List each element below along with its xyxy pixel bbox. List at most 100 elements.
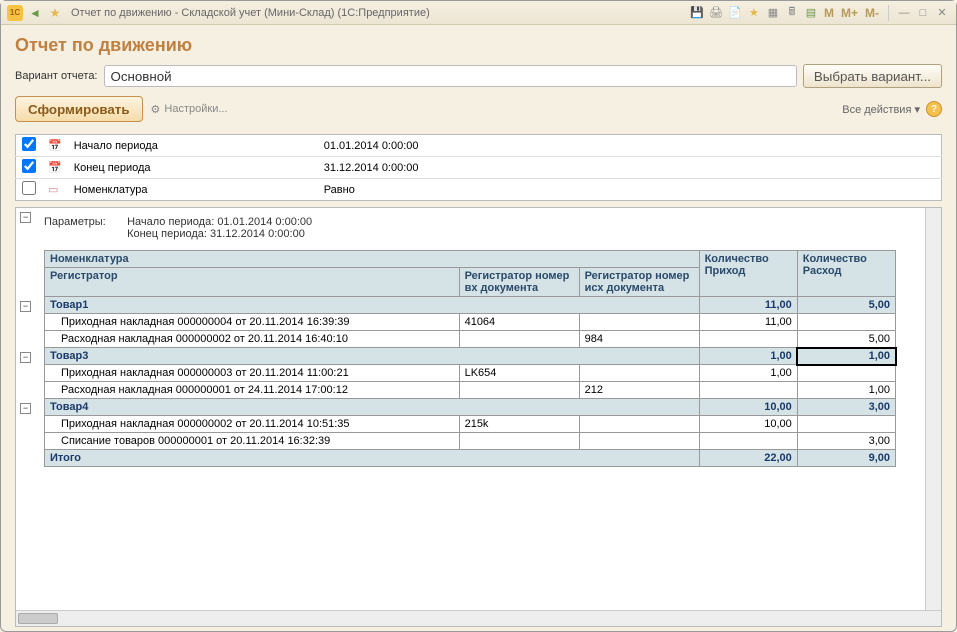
cell-reg-out <box>579 433 699 450</box>
col-reg: Регистратор <box>45 268 460 297</box>
filter-row: 📅 Конец периода 31.12.2014 0:00:00 <box>16 157 942 179</box>
filter-row: ▭ Номенклатура Равно <box>16 179 942 201</box>
filter-checkbox[interactable] <box>22 159 36 173</box>
cell-qty-out: 1,00 <box>797 382 895 399</box>
variant-input[interactable] <box>104 65 797 87</box>
filter-value[interactable]: Равно <box>318 179 942 201</box>
params-label: Параметры: <box>44 216 124 228</box>
separator <box>888 5 889 21</box>
report-area: − Параметры: Начало периода: 01.01.2014 … <box>15 207 942 627</box>
filters-table: 📅 Начало периода 01.01.2014 0:00:00 📅 Ко… <box>15 134 942 201</box>
cell-reg-in <box>459 331 579 348</box>
cell-qty-in: 10,00 <box>699 416 797 433</box>
detail-row[interactable]: Списание товаров 000000001 от 20.11.2014… <box>45 433 896 450</box>
maximize-icon[interactable]: □ <box>915 5 931 21</box>
grid-icon[interactable]: ▦ <box>765 5 781 21</box>
help-icon[interactable]: ? <box>926 101 942 117</box>
cell-qty-in <box>699 433 797 450</box>
detail-row[interactable]: Расходная накладная 000000001 от 24.11.2… <box>45 382 896 399</box>
m-plus-icon[interactable]: M+ <box>839 6 860 20</box>
cell-qty-in: 10,00 <box>699 399 797 416</box>
cell-name: Товар3 <box>45 348 700 365</box>
filter-row: 📅 Начало периода 01.01.2014 0:00:00 <box>16 135 942 157</box>
variant-label: Вариант отчета: <box>15 70 98 82</box>
header-row: Номенклатура Количество Приход Количеств… <box>45 251 896 268</box>
cell-qty-in <box>699 382 797 399</box>
calendar-icon[interactable]: ▤ <box>803 5 819 21</box>
close-icon[interactable]: ✕ <box>934 5 950 21</box>
form-report-button[interactable]: Сформировать <box>15 96 143 122</box>
app-icon: 1C <box>7 5 23 21</box>
cell-name: Приходная накладная 000000003 от 20.11.2… <box>45 365 460 382</box>
choose-variant-button[interactable]: Выбрать вариант... <box>803 64 942 88</box>
cell-reg-in <box>459 433 579 450</box>
cell-qty-in: 1,00 <box>699 365 797 382</box>
collapse-toggle[interactable]: − <box>20 301 31 312</box>
cell-reg-in <box>459 382 579 399</box>
param-value: 31.12.2014 0:00:00 <box>210 228 305 240</box>
filter-value[interactable]: 01.01.2014 0:00:00 <box>318 135 942 157</box>
report-params: Параметры: Начало периода: 01.01.2014 0:… <box>20 212 937 250</box>
detail-row[interactable]: Приходная накладная 000000003 от 20.11.2… <box>45 365 896 382</box>
detail-row[interactable]: Приходная накладная 000000002 от 20.11.2… <box>45 416 896 433</box>
col-nomen: Номенклатура <box>45 251 700 268</box>
calc-icon[interactable]: 🖩 <box>784 5 800 21</box>
calendar-icon: 📅 <box>48 140 62 152</box>
total-row[interactable]: Итого22,009,00 <box>45 450 896 467</box>
cell-qty-in: 11,00 <box>699 297 797 314</box>
group-row[interactable]: Товар31,001,00 <box>45 348 896 365</box>
doc-icon[interactable]: 📄 <box>727 5 743 21</box>
cell-qty-in: 11,00 <box>699 314 797 331</box>
cell-name: Товар1 <box>45 297 700 314</box>
collapse-toggle[interactable]: − <box>20 403 31 414</box>
scroll-thumb[interactable] <box>18 613 58 624</box>
filter-checkbox[interactable] <box>22 137 36 151</box>
save-icon[interactable]: 💾 <box>689 5 705 21</box>
cell-name: Расходная накладная 000000002 от 20.11.2… <box>45 331 460 348</box>
cell-qty-out <box>797 365 895 382</box>
group-row[interactable]: Товар111,005,00 <box>45 297 896 314</box>
cell-reg-in: 41064 <box>459 314 579 331</box>
cell-reg-out <box>579 365 699 382</box>
settings-link[interactable]: ⚙ Настройки... <box>151 103 228 116</box>
collapse-toggle[interactable]: − <box>20 212 31 223</box>
star-icon[interactable]: ★ <box>47 5 63 21</box>
cell-qty-out: 3,00 <box>797 399 895 416</box>
cell-qty-out <box>797 416 895 433</box>
fav-icon[interactable]: ★ <box>746 5 762 21</box>
cell-name: Списание товаров 000000001 от 20.11.2014… <box>45 433 460 450</box>
param-value: 01.01.2014 0:00:00 <box>217 216 312 228</box>
filter-checkbox[interactable] <box>22 181 36 195</box>
detail-row[interactable]: Расходная накладная 000000002 от 20.11.2… <box>45 331 896 348</box>
cell-qty-out: 3,00 <box>797 433 895 450</box>
cell-reg-out <box>579 314 699 331</box>
cell-qty-out: 1,00 <box>797 348 895 365</box>
filter-value[interactable]: 31.12.2014 0:00:00 <box>318 157 942 179</box>
minimize-icon[interactable]: — <box>896 5 912 21</box>
back-icon[interactable]: ◄ <box>27 5 43 21</box>
param-text: Конец периода: <box>127 228 210 240</box>
m-icon[interactable]: M <box>822 6 836 20</box>
group-row[interactable]: Товар410,003,00 <box>45 399 896 416</box>
filter-label: Конец периода <box>68 157 318 179</box>
cell-name: Расходная накладная 000000001 от 24.11.2… <box>45 382 460 399</box>
cell-reg-in: 215k <box>459 416 579 433</box>
col-regin: Регистратор номер вх документа <box>459 268 579 297</box>
toolbar-right-icons: 💾 🖨 📄 ★ ▦ 🖩 ▤ M M+ M- — □ ✕ <box>689 5 950 21</box>
titlebar: 1C ◄ ★ Отчет по движению - Складской уче… <box>1 1 956 25</box>
scrollbar-vertical[interactable] <box>925 208 941 610</box>
cell-reg-in: LK654 <box>459 365 579 382</box>
page-title: Отчет по движению <box>15 35 942 56</box>
col-regout: Регистратор номер исх документа <box>579 268 699 297</box>
cell-qty-in <box>699 331 797 348</box>
cell-name: Приходная накладная 000000002 от 20.11.2… <box>45 416 460 433</box>
cell-qty-in: 22,00 <box>699 450 797 467</box>
settings-icon: ⚙ <box>151 103 161 116</box>
collapse-toggle[interactable]: − <box>20 352 31 363</box>
all-actions-link[interactable]: Все действия ▾ <box>842 103 920 116</box>
m-minus-icon[interactable]: M- <box>863 6 881 20</box>
cell-qty-out: 9,00 <box>797 450 895 467</box>
detail-row[interactable]: Приходная накладная 000000004 от 20.11.2… <box>45 314 896 331</box>
scrollbar-horizontal[interactable] <box>16 610 941 626</box>
print-icon[interactable]: 🖨 <box>708 5 724 21</box>
